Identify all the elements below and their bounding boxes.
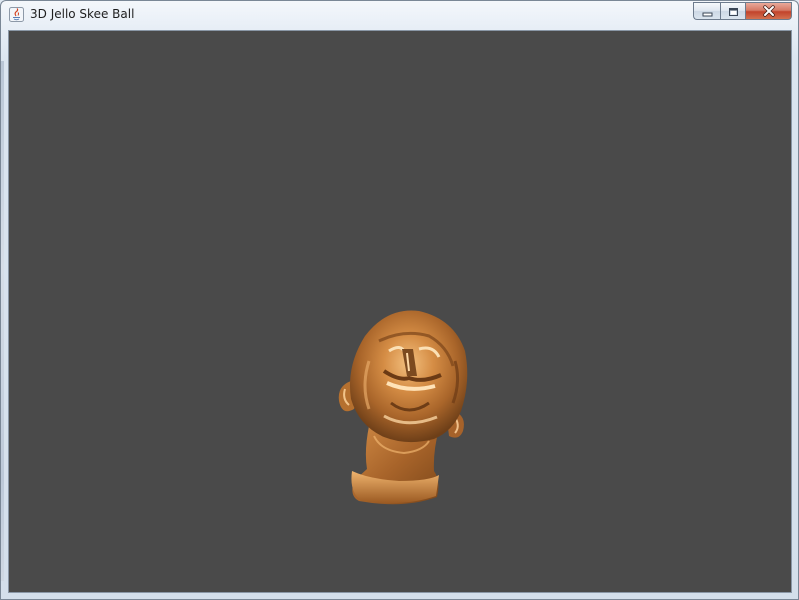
bronze-head-model — [338, 310, 468, 505]
caption-buttons — [693, 2, 792, 21]
title-bar[interactable]: 3D Jello Skee Ball — [1, 1, 798, 29]
close-icon — [762, 2, 776, 21]
maximize-icon — [728, 2, 739, 21]
minimize-icon — [702, 2, 713, 21]
java-icon[interactable] — [9, 7, 24, 22]
render-canvas[interactable] — [8, 30, 792, 593]
maximize-button[interactable] — [720, 2, 746, 20]
app-window: 3D Jello Skee Ball — [0, 0, 799, 600]
minimize-button[interactable] — [693, 2, 720, 20]
window-left-border — [1, 61, 4, 581]
window-title: 3D Jello Skee Ball — [30, 7, 135, 21]
close-button[interactable] — [746, 2, 792, 20]
3d-scene — [338, 310, 468, 505]
